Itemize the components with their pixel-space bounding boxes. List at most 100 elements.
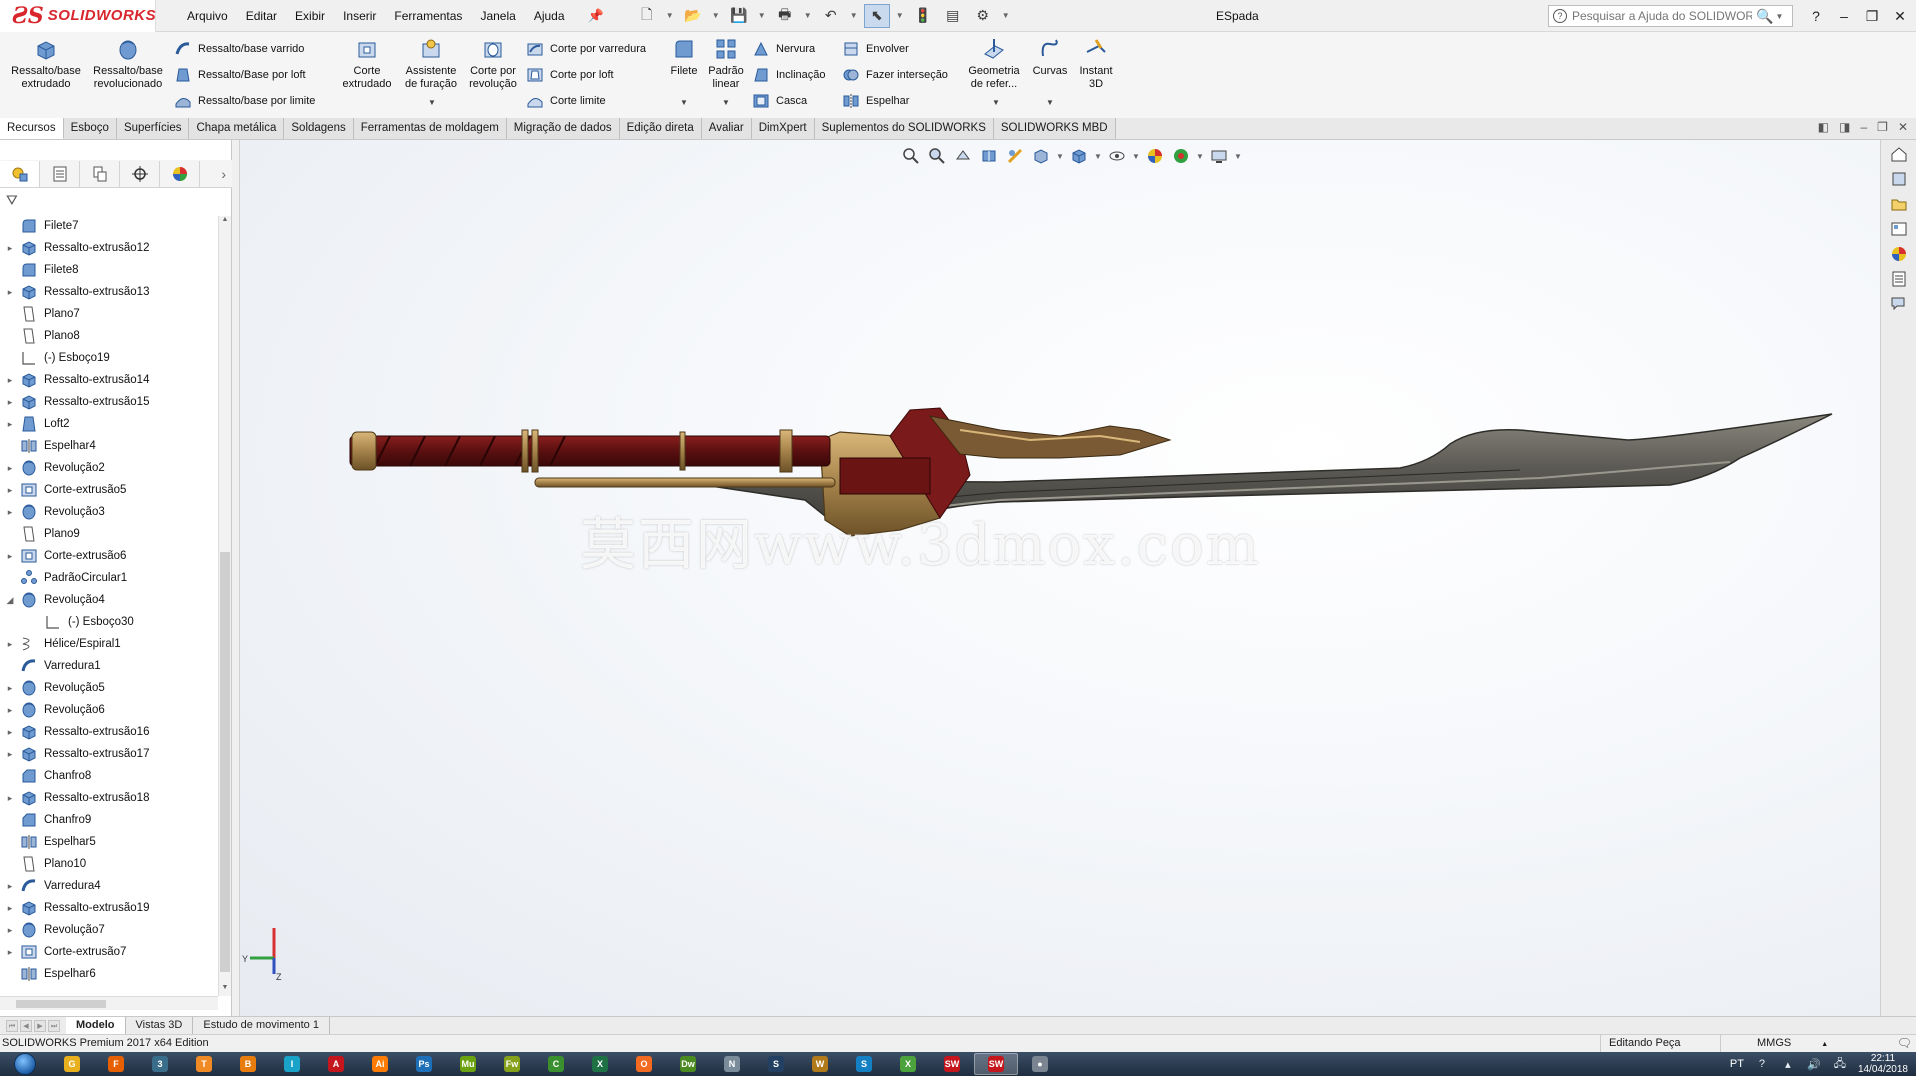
wrap-button[interactable]: Envolver xyxy=(842,40,909,58)
tree-item-ressalto-extrusao18[interactable]: ▸ Ressalto-extrusão18 xyxy=(0,787,218,809)
tab-avaliar[interactable]: Avaliar xyxy=(701,118,752,139)
dimxpert-manager-tab[interactable] xyxy=(120,160,160,187)
tree-item-esboco30[interactable]: (-) Esboço30 xyxy=(0,611,218,633)
open-folder-icon[interactable]: 📂 xyxy=(680,4,706,28)
status-messages-icon[interactable]: 🗨 xyxy=(1897,1035,1912,1052)
reference-triad[interactable]: Y Z xyxy=(240,920,300,980)
chevron-down-icon[interactable]: ▼ xyxy=(428,98,436,107)
tree-item-plano7[interactable]: Plano7 xyxy=(0,303,218,325)
chevron-down-icon[interactable]: ▼ xyxy=(680,98,688,107)
taskbar-inventor-button[interactable]: I xyxy=(270,1053,314,1075)
taskbar-network-button[interactable]: N xyxy=(710,1053,754,1075)
menu-janela[interactable]: Janela xyxy=(471,0,524,32)
taskbar-origin-button[interactable]: O xyxy=(622,1053,666,1075)
taskbar-solidworks-2017-button[interactable]: SW xyxy=(930,1053,974,1075)
lofted-cut-button[interactable]: Corte por loft xyxy=(526,66,614,84)
tree-item-plano10[interactable]: Plano10 xyxy=(0,853,218,875)
swept-cut-button[interactable]: Corte por varredura xyxy=(526,40,646,58)
chevron-down-icon[interactable]: ▼ xyxy=(756,4,768,28)
tree-hscroll-thumb[interactable] xyxy=(16,1000,106,1008)
display-manager-tab[interactable] xyxy=(160,160,200,187)
tab-dimxpert[interactable]: DimXpert xyxy=(751,118,815,139)
tree-item-esboco19[interactable]: (-) Esboço19 xyxy=(0,347,218,369)
traffic-light-icon[interactable]: 🚦 xyxy=(910,4,936,28)
custom-properties-tab[interactable] xyxy=(1887,268,1911,290)
taskbar-app-gray-button[interactable]: ● xyxy=(1018,1053,1062,1075)
tree-item-revolucao6[interactable]: ▸ Revolução6 xyxy=(0,699,218,721)
expand-arrow-icon[interactable]: ▸ xyxy=(0,397,20,408)
taskbar-excel-button[interactable]: X xyxy=(578,1053,622,1075)
tab-suplementos[interactable]: Suplementos do SOLIDWORKS xyxy=(814,118,994,139)
select-cursor-icon[interactable]: ⬉ xyxy=(863,3,890,28)
chevron-down-icon[interactable]: ▼ xyxy=(1773,4,1785,28)
linear-pattern-button[interactable]: Padrão linear xyxy=(704,36,748,91)
pin-menu-icon[interactable]: 📌 xyxy=(588,8,604,24)
hole-wizard-button[interactable]: Assistente de furação xyxy=(400,36,462,91)
taskbar-corel-button[interactable]: C xyxy=(534,1053,578,1075)
tab-edicao-direta[interactable]: Edição direta xyxy=(619,118,702,139)
options-gear-icon[interactable]: ⚙ xyxy=(970,4,996,28)
tab-ferramentas-de-moldagem[interactable]: Ferramentas de moldagem xyxy=(353,118,507,139)
help-icon[interactable]: ? xyxy=(1806,8,1826,24)
menu-ajuda[interactable]: Ajuda xyxy=(525,0,574,32)
tree-item-ressalto-extrusao14[interactable]: ▸ Ressalto-extrusão14 xyxy=(0,369,218,391)
instant3d-button[interactable]: Instant 3D xyxy=(1076,36,1116,91)
chevron-down-icon[interactable]: ▼ xyxy=(710,4,722,28)
tree-item-ressalto-extrusao17[interactable]: ▸ Ressalto-extrusão17 xyxy=(0,743,218,765)
prev-tab-icon[interactable]: ◀ xyxy=(20,1019,32,1032)
tree-item-padraocircular1[interactable]: PadrãoCircular1 xyxy=(0,567,218,589)
tree-item-espelhar5[interactable]: Espelhar5 xyxy=(0,831,218,853)
minimize-icon[interactable]: – xyxy=(1834,8,1854,24)
expand-arrow-icon[interactable]: ▸ xyxy=(0,243,20,254)
taskbar-firefox-button[interactable]: F xyxy=(94,1053,138,1075)
expand-arrow-icon[interactable]: ▸ xyxy=(0,683,20,694)
boundary-boss-button[interactable]: Ressalto/base por limite xyxy=(174,92,315,110)
tree-item-revolucao4[interactable]: ◢ Revolução4 xyxy=(0,589,218,611)
taskbar-illustrator-button[interactable]: Ai xyxy=(358,1053,402,1075)
expand-arrow-icon[interactable]: ▸ xyxy=(0,727,20,738)
chevron-right-icon[interactable]: › xyxy=(221,166,226,182)
save-icon[interactable]: 💾 xyxy=(726,4,752,28)
extrude-boss-button[interactable]: Ressalto/base extrudado xyxy=(8,36,84,91)
expand-arrow-icon[interactable]: ▸ xyxy=(0,793,20,804)
start-button[interactable] xyxy=(0,1052,50,1076)
expand-arrow-icon[interactable]: ▸ xyxy=(0,551,20,562)
tree-vertical-scrollbar[interactable]: ▲ ▼ xyxy=(218,216,231,996)
chevron-down-icon[interactable]: ▼ xyxy=(992,98,1000,107)
menu-inserir[interactable]: Inserir xyxy=(334,0,385,32)
revolve-boss-button[interactable]: Ressalto/base revolucionado xyxy=(90,36,166,91)
tree-item-ressalto-extrusao15[interactable]: ▸ Ressalto-extrusão15 xyxy=(0,391,218,413)
tab-chapa-metalica[interactable]: Chapa metálica xyxy=(189,118,285,139)
shell-button[interactable]: Casca xyxy=(752,92,807,110)
clock[interactable]: 22:11 14/04/2018 xyxy=(1858,1053,1908,1075)
menu-arquivo[interactable]: Arquivo xyxy=(178,0,237,32)
expand-arrow-icon[interactable]: ▸ xyxy=(0,903,20,914)
tree-item-plano8[interactable]: Plano8 xyxy=(0,325,218,347)
solidworks-resources-tab[interactable] xyxy=(1887,143,1911,165)
expand-arrow-icon[interactable]: ▸ xyxy=(0,485,20,496)
tree-item-corte-extrusao7[interactable]: ▸ Corte-extrusão7 xyxy=(0,941,218,963)
taskbar-dreamweaver-button[interactable]: Dw xyxy=(666,1053,710,1075)
tree-item-espelhar6[interactable]: Espelhar6 xyxy=(0,963,218,985)
file-properties-icon[interactable]: ▤ xyxy=(940,4,966,28)
tree-item-revolucao2[interactable]: ▸ Revolução2 xyxy=(0,457,218,479)
next-tab-icon[interactable]: ▶ xyxy=(34,1019,46,1032)
network-icon[interactable]: 🖧 xyxy=(1832,1056,1848,1072)
intersect-button[interactable]: Fazer interseção xyxy=(842,66,948,84)
chevron-down-icon[interactable]: ▼ xyxy=(802,4,814,28)
expand-arrow-icon[interactable]: ▸ xyxy=(0,463,20,474)
panel-splitter[interactable] xyxy=(232,140,240,1016)
chevron-down-icon[interactable]: ▼ xyxy=(722,98,730,107)
tab-solidworks-mbd[interactable]: SOLIDWORKS MBD xyxy=(993,118,1116,139)
graphics-area[interactable]: ▼ ▼ ▼ ▼ ▼ 莫西网www.3dmox.com Y Z xyxy=(240,140,1880,1016)
tree-item-chanfro8[interactable]: Chanfro8 xyxy=(0,765,218,787)
taskbar-blender-button[interactable]: B xyxy=(226,1053,270,1075)
unit-system-selector[interactable]: MMGS ▲ xyxy=(1720,1035,1840,1053)
tree-item-ressalto-extrusao13[interactable]: ▸ Ressalto-extrusão13 xyxy=(0,281,218,303)
curves-button[interactable]: Curvas xyxy=(1028,36,1072,78)
tree-horizontal-scrollbar[interactable] xyxy=(0,996,218,1010)
undo-icon[interactable]: ↶ xyxy=(818,4,844,28)
expand-arrow-icon[interactable]: ▸ xyxy=(0,705,20,716)
tree-item-ressalto-extrusao19[interactable]: ▸ Ressalto-extrusão19 xyxy=(0,897,218,919)
taskbar-typora-button[interactable]: T xyxy=(182,1053,226,1075)
